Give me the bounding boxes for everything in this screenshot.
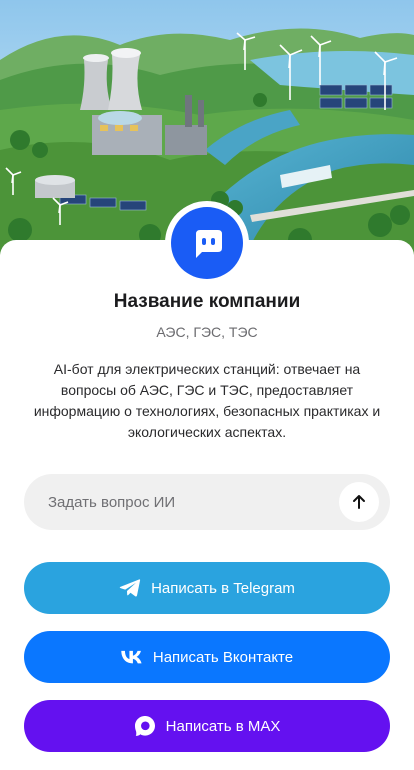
ask-ai-box [24, 474, 390, 530]
company-name: Название компании [113, 291, 301, 312]
max-button[interactable]: Написать в MAX [24, 700, 390, 752]
avatar [165, 201, 249, 285]
vk-button[interactable]: Написать Вконтакте [24, 631, 390, 683]
max-button-label: Написать в MAX [165, 717, 281, 735]
page: Название компании АЭС, ГЭС, ТЭС AI-бот д… [0, 0, 414, 770]
max-icon [134, 715, 156, 737]
company-tags: АЭС, ГЭС, ТЭС [156, 324, 258, 340]
chat-bot-icon [196, 230, 222, 258]
company-description: AI-бот для электрических станций: отвеча… [33, 361, 381, 440]
telegram-button-label: Написать в Telegram [151, 579, 295, 597]
avatar-badge [171, 207, 243, 279]
telegram-icon [119, 577, 141, 599]
send-button[interactable] [339, 482, 379, 522]
vk-icon [121, 646, 143, 668]
vk-button-label: Написать Вконтакте [152, 648, 294, 666]
ask-ai-input[interactable] [48, 474, 348, 530]
telegram-button[interactable]: Написать в Telegram [24, 562, 390, 614]
arrow-up-icon [353, 495, 365, 509]
